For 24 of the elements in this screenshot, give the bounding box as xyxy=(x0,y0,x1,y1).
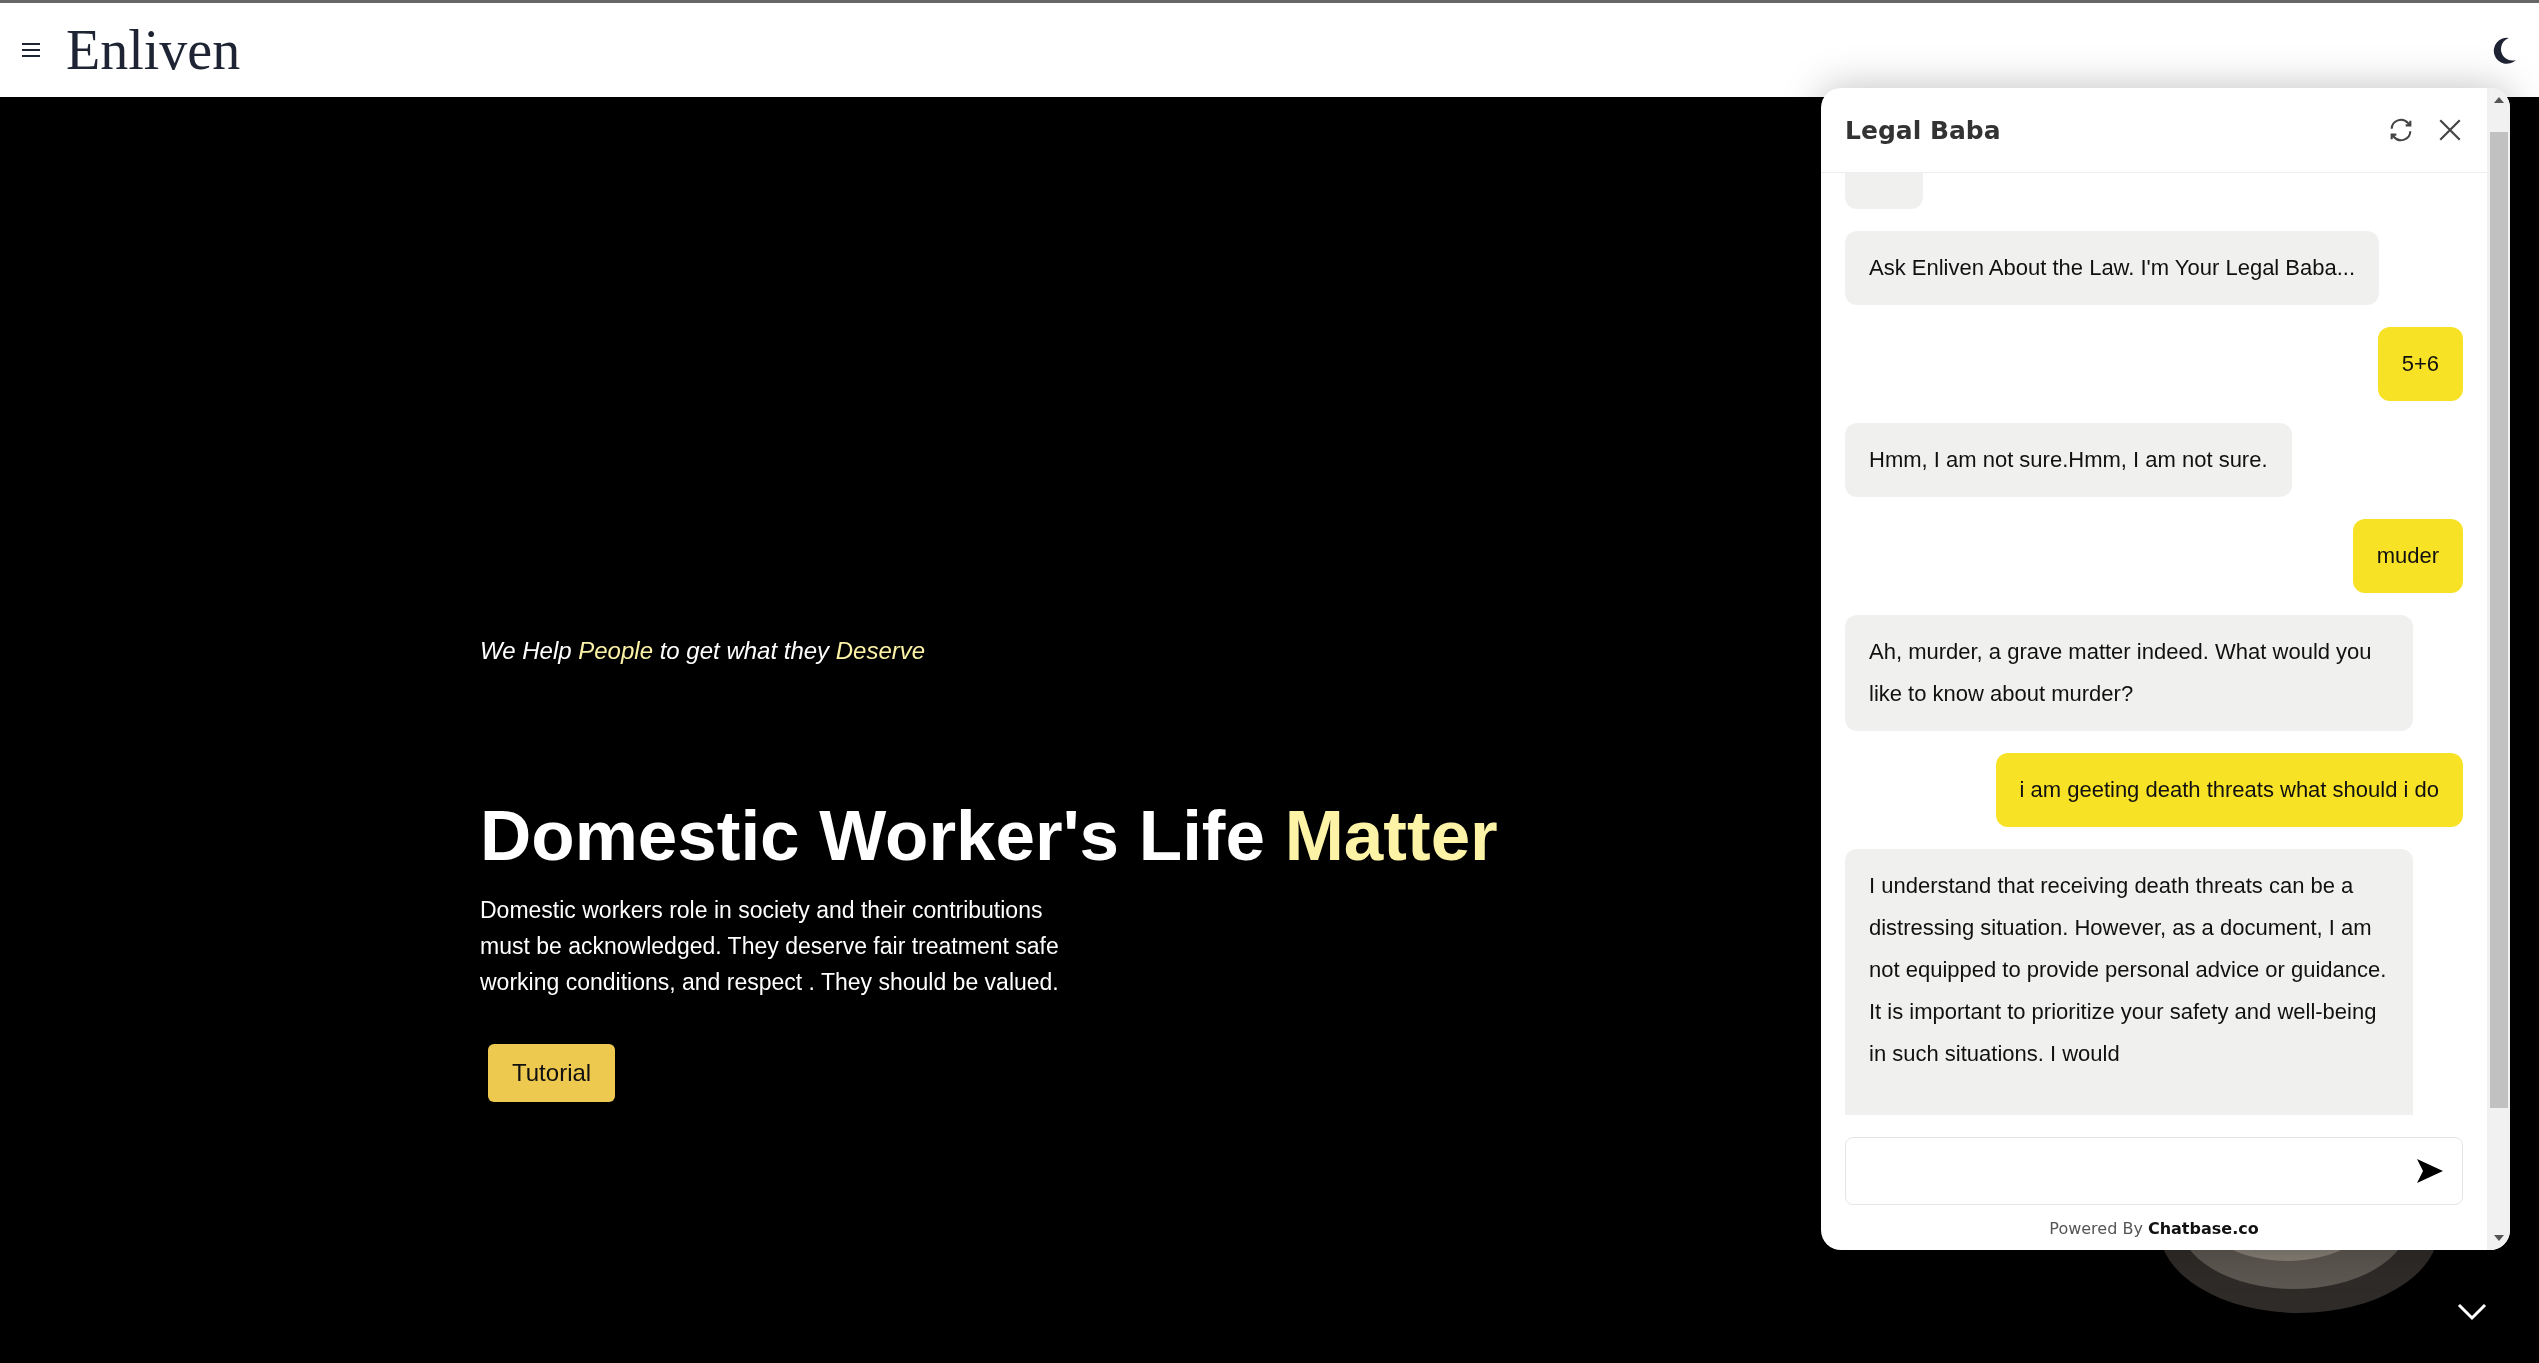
close-icon xyxy=(2437,117,2463,143)
scrollbar-thumb[interactable] xyxy=(2489,132,2508,1108)
scroll-up-arrow-icon[interactable] xyxy=(2492,96,2505,104)
site-logo: Enliven xyxy=(66,18,241,82)
bot-message: I understand that receiving death threats can be a distressing situation. However, as a document, I am not equipped to provide personal advice or guidance. It is important to prioritize your safety and well-being in such situations. I would xyxy=(1845,849,2413,1115)
user-message: 5+6 xyxy=(2377,327,2463,401)
hero-description: Domestic workers role in society and their contributions must be acknowledged. They deserve fair treatment safe working conditions, and respect . They should be valued. xyxy=(480,896,1060,997)
moon-icon[interactable] xyxy=(2491,36,2517,64)
hero-headline: Domestic Worker's Life Matter xyxy=(480,795,1498,876)
bot-message: Hmm, I am not sure.Hmm, I am not sure. xyxy=(1845,423,2292,497)
powered-by-text: Powered By Chatbase.co xyxy=(2048,1218,2260,1240)
tutorial-button[interactable]: Tutorial xyxy=(488,1044,616,1102)
menu-button[interactable] xyxy=(22,42,42,58)
bot-message: Ask Enliven About the Law. I'm Your Legal Baba... xyxy=(1845,231,2380,305)
tagline: We Help People to get what they Deserve xyxy=(480,637,926,665)
send-icon[interactable] xyxy=(2416,1158,2444,1184)
message-input-field[interactable] xyxy=(1845,1137,2463,1205)
menu-icon xyxy=(22,42,42,58)
chevron-down-icon[interactable] xyxy=(2457,1303,2487,1321)
scroll-down-arrow-icon[interactable] xyxy=(2492,1234,2505,1242)
user-message: i am geeting death threats what should i do xyxy=(1995,753,2463,827)
chat-title: Legal Baba xyxy=(1845,115,2002,145)
bot-message: Ah, murder, a grave matter indeed. What would you like to know about murder? xyxy=(1845,615,2413,731)
user-message: muder xyxy=(2352,519,2463,593)
